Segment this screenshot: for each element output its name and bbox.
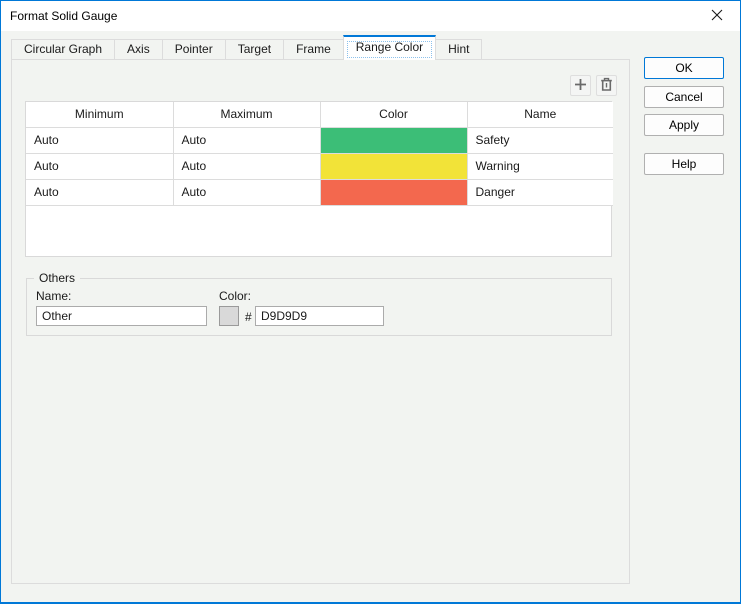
tab-pointer[interactable]: Pointer [162,39,226,59]
name-cell[interactable]: Safety [467,127,613,153]
cancel-button[interactable]: Cancel [644,86,724,108]
tab-hint[interactable]: Hint [435,39,482,59]
column-header-name: Name [467,102,613,127]
color-swatch-cell[interactable] [320,127,467,153]
minimum-cell[interactable]: Auto [26,127,173,153]
apply-button[interactable]: Apply [644,114,724,136]
format-solid-gauge-dialog: { "window": { "title": "Format Solid Gau… [0,0,741,604]
table-header-row: Minimum Maximum Color Name [26,102,613,127]
maximum-cell[interactable]: Auto [173,179,320,205]
minimum-cell[interactable]: Auto [26,153,173,179]
tab-axis[interactable]: Axis [114,39,163,59]
others-group-label: Others [34,271,80,285]
close-icon [711,9,723,24]
table-row: Auto Auto Safety [26,127,613,153]
table-row: Auto Auto Warning [26,153,613,179]
hash-symbol: # [245,310,252,324]
window-title: Format Solid Gauge [10,1,117,31]
range-color-panel: Minimum Maximum Color Name Auto Auto Saf… [11,59,630,584]
tab-circular-graph[interactable]: Circular Graph [11,39,115,59]
color-label: Color: [219,289,251,303]
name-cell[interactable]: Warning [467,153,613,179]
others-group: Others Name: Color: # [26,278,612,336]
color-swatch-cell[interactable] [320,153,467,179]
table-row: Auto Auto Danger [26,179,613,205]
trash-icon [599,77,614,95]
close-button[interactable] [700,1,734,31]
minimum-cell[interactable]: Auto [26,179,173,205]
tab-range-color[interactable]: Range Color [343,35,436,60]
column-header-color: Color [320,102,467,127]
delete-range-button[interactable] [596,75,617,96]
plus-icon [573,77,588,95]
other-name-input[interactable] [36,306,207,326]
name-cell[interactable]: Danger [467,179,613,205]
help-button[interactable]: Help [644,153,724,175]
tab-frame[interactable]: Frame [283,39,344,59]
maximum-cell[interactable]: Auto [173,127,320,153]
column-header-maximum: Maximum [173,102,320,127]
tab-strip: Circular Graph Axis Pointer Target Frame… [11,37,481,59]
color-swatch-cell[interactable] [320,179,467,205]
name-label: Name: [36,289,71,303]
tab-target[interactable]: Target [225,39,284,59]
range-color-table: Minimum Maximum Color Name Auto Auto Saf… [25,101,612,257]
add-range-button[interactable] [570,75,591,96]
ok-button[interactable]: OK [644,57,724,79]
maximum-cell[interactable]: Auto [173,153,320,179]
other-color-hex-input[interactable] [255,306,384,326]
titlebar: Format Solid Gauge [1,1,740,31]
column-header-minimum: Minimum [26,102,173,127]
other-color-swatch[interactable] [219,306,239,326]
